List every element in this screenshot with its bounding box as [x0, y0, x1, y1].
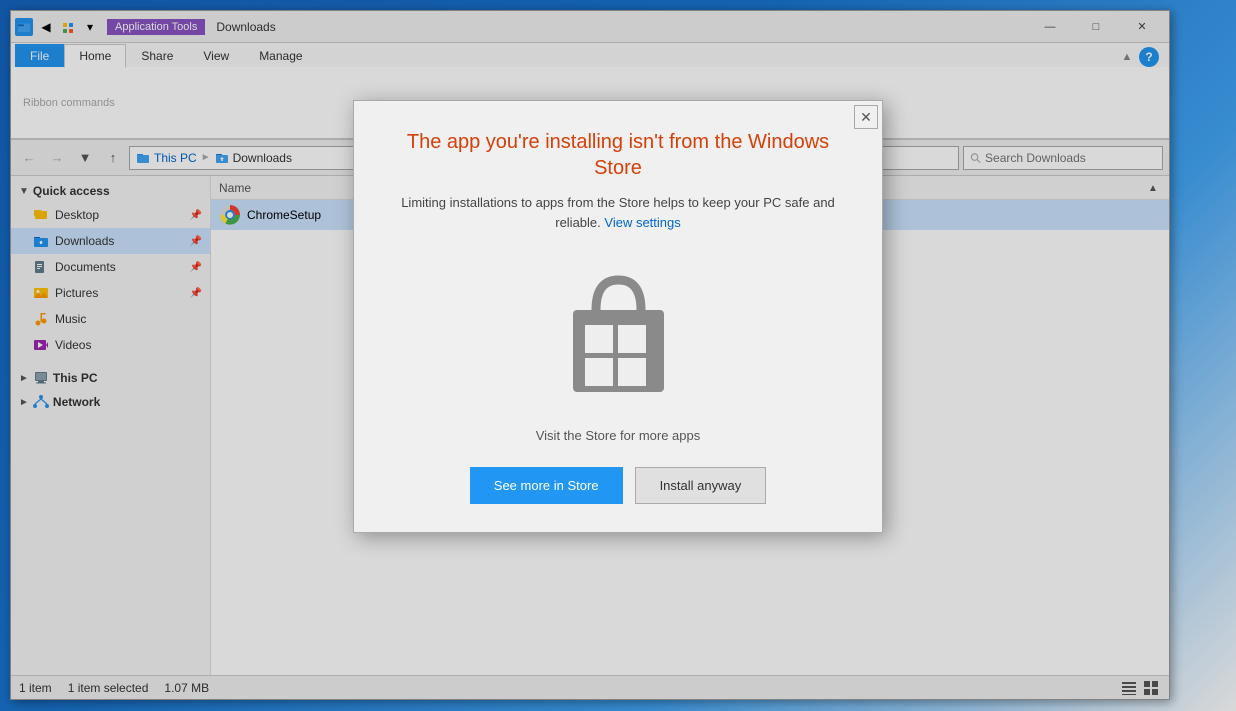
modal-close-button[interactable]: ✕: [854, 105, 878, 129]
modal-overlay: ✕ The app you're installing isn't from t…: [0, 0, 1236, 711]
windows-store-icon: [541, 255, 696, 410]
modal-body: The app you're installing isn't from the…: [354, 129, 882, 532]
store-visit-text: Visit the Store for more apps: [386, 428, 850, 443]
modal-dialog: ✕ The app you're installing isn't from t…: [353, 100, 883, 533]
install-anyway-button[interactable]: Install anyway: [635, 467, 767, 504]
modal-title: The app you're installing isn't from the…: [386, 129, 850, 181]
store-icon-container: [538, 252, 698, 412]
modal-subtitle: Limiting installations to apps from the …: [386, 193, 850, 232]
view-settings-link[interactable]: View settings: [604, 215, 680, 230]
modal-header: ✕: [354, 101, 882, 129]
see-more-store-button[interactable]: See more in Store: [470, 467, 623, 504]
modal-buttons: See more in Store Install anyway: [386, 467, 850, 504]
